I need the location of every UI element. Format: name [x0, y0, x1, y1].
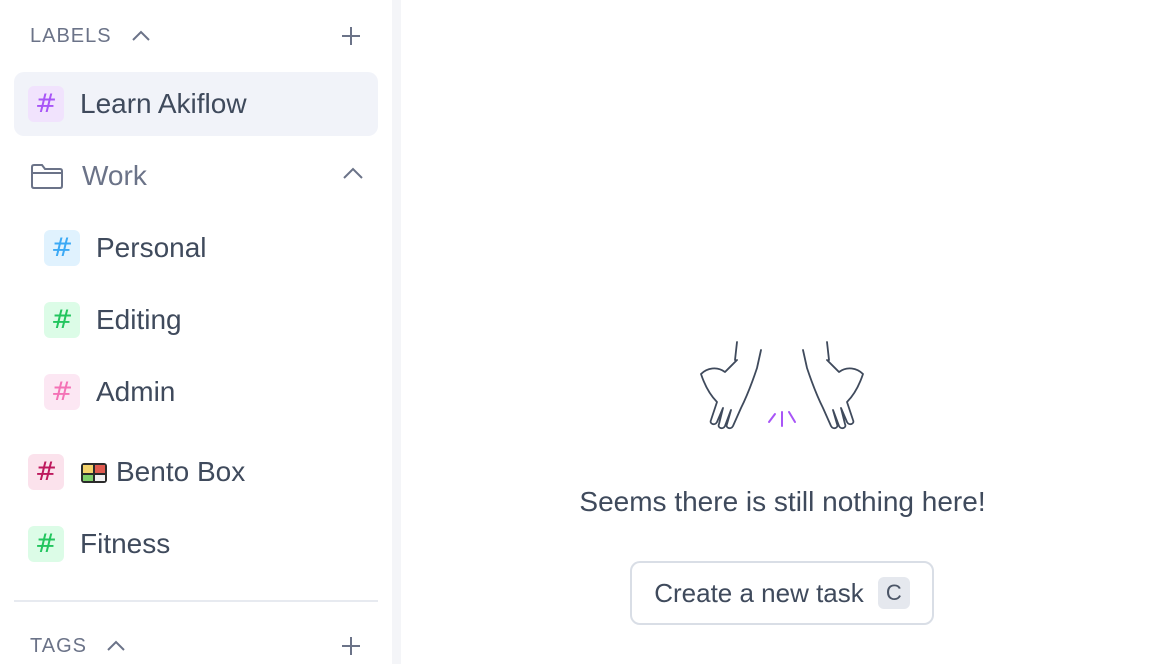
label-item-editing[interactable]: # Editing [30, 288, 378, 352]
sidebar: LABELS # Learn Akiflow Work # Personal #… [0, 0, 392, 664]
label-item-fitness[interactable]: # Fitness [14, 512, 378, 576]
empty-state-message: Seems there is still nothing here! [579, 486, 986, 517]
folder-item-work[interactable]: Work [14, 144, 378, 208]
label-item-personal[interactable]: # Personal [30, 216, 378, 280]
label-item-text: Bento Box [116, 456, 246, 487]
labels-collapse-chevron-up-icon[interactable] [130, 25, 152, 47]
section-divider [14, 600, 378, 602]
folder-icon [30, 162, 64, 190]
add-label-plus-icon[interactable] [338, 23, 364, 49]
label-item-text-wrap: Bento Box [80, 456, 245, 488]
hash-icon: # [44, 302, 80, 338]
label-item-text: Learn Akiflow [80, 88, 247, 119]
tags-section-title: TAGS [30, 634, 87, 657]
label-item-learn-akiflow[interactable]: # Learn Akiflow [14, 72, 378, 136]
labels-section-header: LABELS [30, 22, 364, 50]
tags-section-header: TAGS [30, 632, 364, 660]
main-panel: Seems there is still nothing here! Creat… [401, 0, 1164, 664]
hash-icon: # [28, 454, 64, 490]
label-item-text: Fitness [80, 528, 171, 559]
label-item-text: Admin [96, 376, 176, 407]
add-tag-plus-icon[interactable] [338, 633, 364, 659]
sidebar-divider [392, 0, 401, 664]
hash-icon: # [28, 526, 64, 562]
create-task-label: Create a new task [654, 577, 864, 608]
label-item-admin[interactable]: # Admin [30, 360, 378, 424]
labels-section-title: LABELS [30, 24, 112, 47]
empty-hands-illustration-icon [697, 338, 867, 434]
bento-box-icon [80, 459, 108, 485]
label-item-text: Personal [96, 232, 207, 263]
hash-icon: # [28, 86, 64, 122]
hash-icon: # [44, 230, 80, 266]
label-item-text: Editing [96, 304, 182, 335]
tags-collapse-chevron-up-icon[interactable] [105, 635, 127, 657]
label-item-bento-box[interactable]: # Bento Box [14, 440, 378, 504]
hash-icon: # [44, 374, 80, 410]
folder-label: Work [82, 160, 147, 191]
folder-collapse-chevron-up-icon[interactable] [342, 166, 364, 180]
create-new-task-button[interactable]: Create a new task C [630, 561, 934, 625]
keyboard-shortcut-badge: C [877, 577, 910, 609]
